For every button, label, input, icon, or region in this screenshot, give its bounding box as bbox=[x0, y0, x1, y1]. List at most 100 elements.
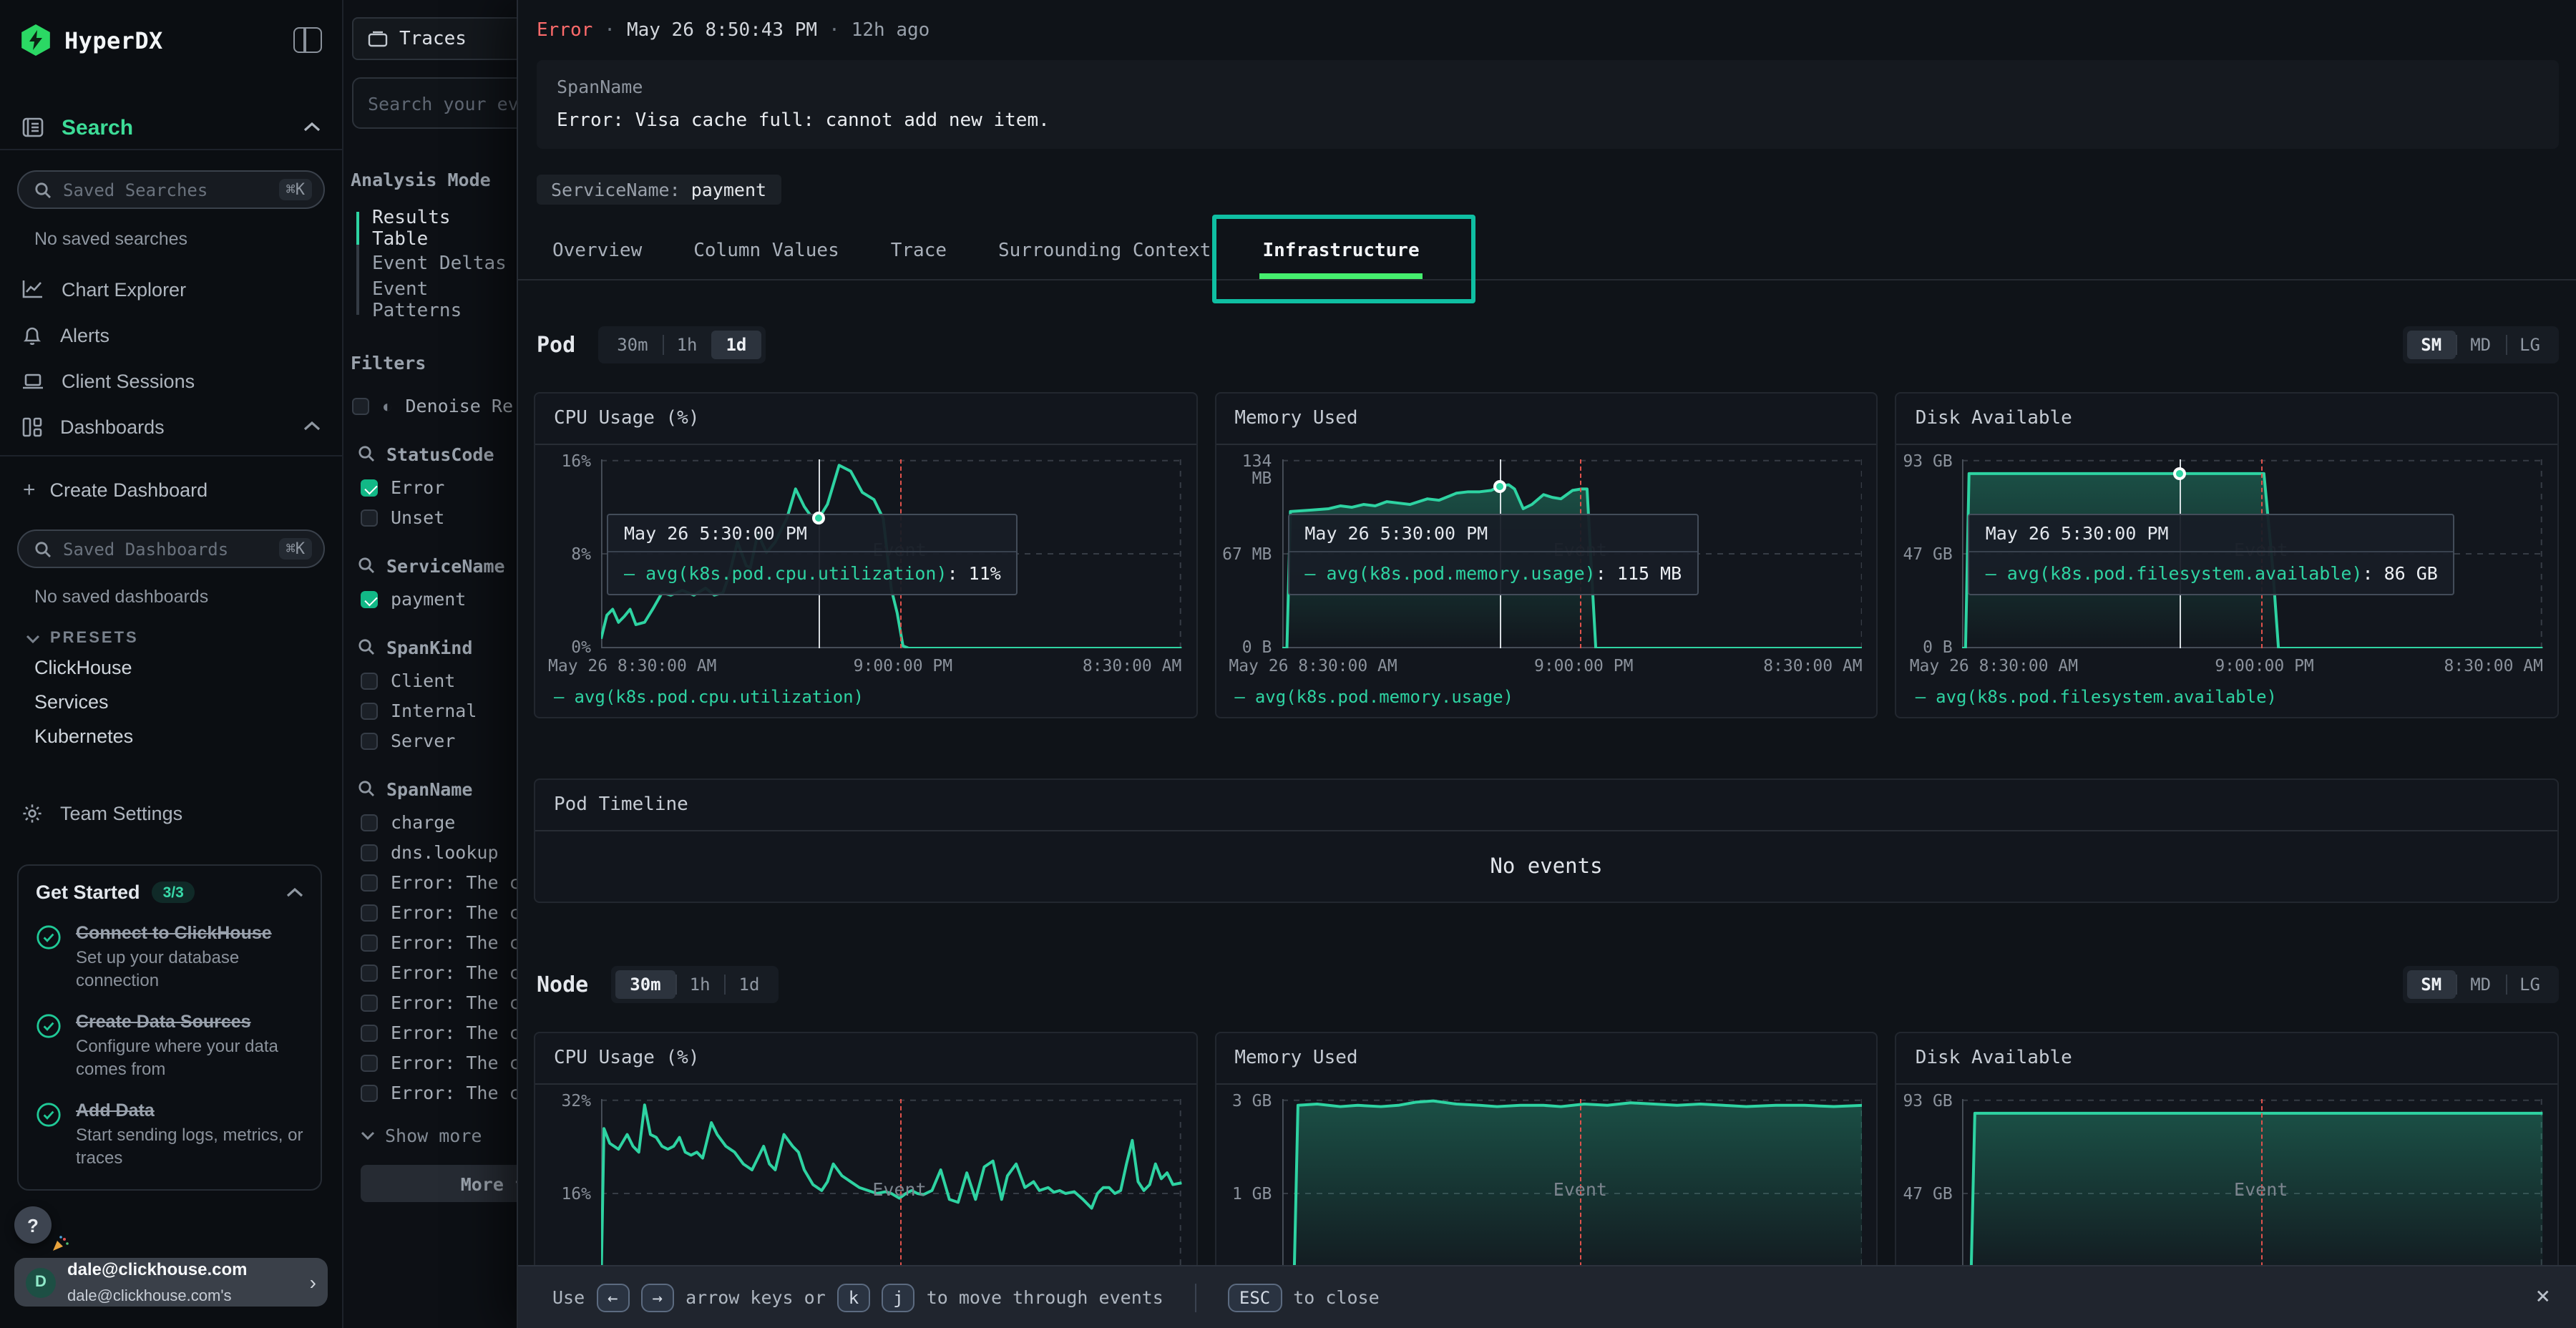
node-range-30m[interactable]: 30m bbox=[615, 970, 675, 999]
saved-searches-input[interactable] bbox=[63, 180, 268, 200]
filter-option[interactable]: Error: The cr bbox=[361, 1078, 517, 1108]
filter-option[interactable]: Error: The cr bbox=[361, 867, 517, 897]
pod-size-lg[interactable]: LG bbox=[2505, 331, 2555, 359]
chevron-up-icon bbox=[303, 122, 321, 133]
sidebar-item-search[interactable]: Search bbox=[0, 106, 342, 149]
pod-disk-title: Disk Available bbox=[1897, 394, 2557, 445]
show-more-toggle[interactable]: Show more bbox=[361, 1122, 517, 1148]
node-size-sm[interactable]: SM bbox=[2406, 970, 2456, 999]
pod-cpu-y-axis: 16%8%0% bbox=[535, 459, 601, 648]
get-started-step-1[interactable]: Create Data SourcesConfigure where your … bbox=[36, 1010, 303, 1080]
search-icon bbox=[34, 181, 52, 198]
chart-card-pod-cpu: CPU Usage (%) 16%8%0%EventMay 26 5:30:00 … bbox=[534, 392, 1197, 718]
analysis-mode-results-table[interactable]: Results Table bbox=[364, 210, 517, 246]
event-search-input[interactable] bbox=[368, 92, 517, 114]
tab-column-values[interactable]: Column Values bbox=[693, 221, 839, 280]
span-name-box: SpanName Error: Visa cache full: cannot … bbox=[537, 60, 2559, 149]
pod-size-sm[interactable]: SM bbox=[2406, 331, 2456, 359]
checkbox[interactable] bbox=[361, 934, 378, 951]
filter-option[interactable]: Error: The cr bbox=[361, 987, 517, 1017]
get-started-step-2[interactable]: Add DataStart sending logs, metrics, or … bbox=[36, 1099, 303, 1169]
user-account-chip[interactable]: D dale@clickhouse.com dale@clickhouse.co… bbox=[14, 1258, 328, 1307]
arrow-left-key: ← bbox=[596, 1283, 629, 1312]
filter-option[interactable]: Error bbox=[361, 472, 517, 502]
get-started-card: Get Started 3/3 Connect to ClickHouseSet… bbox=[17, 864, 322, 1191]
checkbox[interactable] bbox=[361, 994, 378, 1011]
checkbox[interactable] bbox=[361, 479, 378, 496]
filter-option[interactable]: Error: The cr bbox=[361, 927, 517, 957]
node-disk-plot[interactable]: Event bbox=[1963, 1099, 2543, 1288]
pod-memory-legend: —avg(k8s.pod.memory.usage) bbox=[1216, 680, 1876, 714]
node-range-1h[interactable]: 1h bbox=[675, 970, 725, 999]
source-select[interactable]: Traces bbox=[352, 17, 517, 60]
sidebar-item-services[interactable]: Services bbox=[0, 684, 342, 718]
sidebar-item-dashboards[interactable]: Dashboards bbox=[0, 404, 342, 449]
sidebar-item-chart-explorer[interactable]: Chart Explorer bbox=[0, 266, 342, 312]
pod-memory-plot[interactable]: EventMay 26 5:30:00 PM— avg(k8s.pod.memo… bbox=[1282, 459, 1862, 648]
filter-option[interactable]: dns.lookup bbox=[361, 837, 517, 867]
chevron-up-icon[interactable] bbox=[286, 887, 303, 898]
sidebar-item-team-settings[interactable]: Team Settings bbox=[0, 790, 342, 836]
checkbox[interactable] bbox=[361, 874, 378, 891]
node-memory-plot[interactable]: Event bbox=[1282, 1099, 1862, 1288]
pod-size-md[interactable]: MD bbox=[2456, 331, 2505, 359]
filter-option[interactable]: charge bbox=[361, 807, 517, 837]
pod-cpu-title: CPU Usage (%) bbox=[535, 394, 1196, 445]
close-icon[interactable]: × bbox=[2536, 1285, 2551, 1309]
checkbox[interactable] bbox=[361, 904, 378, 921]
checkbox[interactable] bbox=[361, 1054, 378, 1071]
pod-size: SMMDLG bbox=[2402, 326, 2559, 363]
filter-option[interactable]: Error: The cr bbox=[361, 897, 517, 927]
checkbox[interactable] bbox=[361, 1084, 378, 1101]
checkbox[interactable] bbox=[361, 964, 378, 981]
pod-range-1d[interactable]: 1d bbox=[711, 331, 761, 359]
more-filters-button[interactable]: More filters bbox=[361, 1165, 517, 1202]
sidebar-item-kubernetes[interactable]: Kubernetes bbox=[0, 718, 342, 753]
filter-option[interactable]: payment bbox=[361, 584, 517, 614]
checkbox[interactable] bbox=[361, 702, 378, 719]
analysis-mode-event-patterns[interactable]: Event Patterns bbox=[364, 282, 517, 318]
tab-overview[interactable]: Overview bbox=[552, 221, 642, 280]
checkbox[interactable] bbox=[361, 672, 378, 689]
filter-option[interactable]: Error: The cr bbox=[361, 1017, 517, 1048]
sidebar-search-label: Search bbox=[62, 115, 286, 140]
pod-cpu-plot[interactable]: EventMay 26 5:30:00 PM— avg(k8s.pod.cpu.… bbox=[601, 459, 1181, 648]
node-cpu-plot[interactable]: Event bbox=[601, 1099, 1181, 1288]
presets-toggle[interactable]: PRESETS bbox=[0, 627, 342, 650]
node-size-lg[interactable]: LG bbox=[2505, 970, 2555, 999]
tab-surrounding-context[interactable]: Surrounding Context bbox=[998, 221, 1211, 280]
get-started-step-0[interactable]: Connect to ClickHouseSet up your databas… bbox=[36, 922, 303, 992]
filter-option[interactable]: Server bbox=[361, 726, 517, 756]
filter-option[interactable]: Unset bbox=[361, 502, 517, 532]
checkbox[interactable] bbox=[361, 509, 378, 526]
checkbox[interactable] bbox=[361, 1024, 378, 1041]
checkbox[interactable] bbox=[361, 814, 378, 831]
create-dashboard-button[interactable]: + Create Dashboard bbox=[0, 471, 342, 508]
filter-option[interactable]: Client bbox=[361, 665, 517, 695]
filter-option[interactable]: Error: The cr bbox=[361, 957, 517, 987]
analysis-mode-event-deltas[interactable]: Event Deltas bbox=[364, 246, 517, 282]
pod-range-1h[interactable]: 1h bbox=[663, 331, 712, 359]
filter-option[interactable]: Internal bbox=[361, 695, 517, 726]
service-name-chip[interactable]: ServiceName: payment bbox=[537, 175, 781, 205]
sidebar-collapse-icon[interactable] bbox=[293, 27, 322, 53]
denoise-toggle[interactable]: ◐ Denoise Re bbox=[352, 391, 517, 421]
denoise-checkbox[interactable] bbox=[352, 397, 369, 414]
pod-range-30m[interactable]: 30m bbox=[602, 331, 662, 359]
filter-option[interactable]: Error: The cr bbox=[361, 1048, 517, 1078]
tab-infrastructure[interactable]: Infrastructure bbox=[1262, 221, 1419, 280]
node-size-md[interactable]: MD bbox=[2456, 970, 2505, 999]
checkbox[interactable] bbox=[361, 844, 378, 861]
tab-trace[interactable]: Trace bbox=[891, 221, 947, 280]
sidebar-item-alerts[interactable]: Alerts bbox=[0, 312, 342, 358]
node-range-1d[interactable]: 1d bbox=[725, 970, 774, 999]
checkbox[interactable] bbox=[361, 590, 378, 607]
span-name-label: SpanName bbox=[557, 76, 2539, 97]
saved-dashboards-input[interactable] bbox=[63, 539, 268, 559]
laptop-icon bbox=[21, 371, 44, 390]
pod-disk-plot[interactable]: EventMay 26 5:30:00 PM— avg(k8s.pod.file… bbox=[1963, 459, 2543, 648]
sidebar-item-clickhouse[interactable]: ClickHouse bbox=[0, 650, 342, 684]
help-button[interactable]: ? bbox=[14, 1206, 52, 1244]
checkbox[interactable] bbox=[361, 732, 378, 749]
sidebar-item-client-sessions[interactable]: Client Sessions bbox=[0, 358, 342, 404]
